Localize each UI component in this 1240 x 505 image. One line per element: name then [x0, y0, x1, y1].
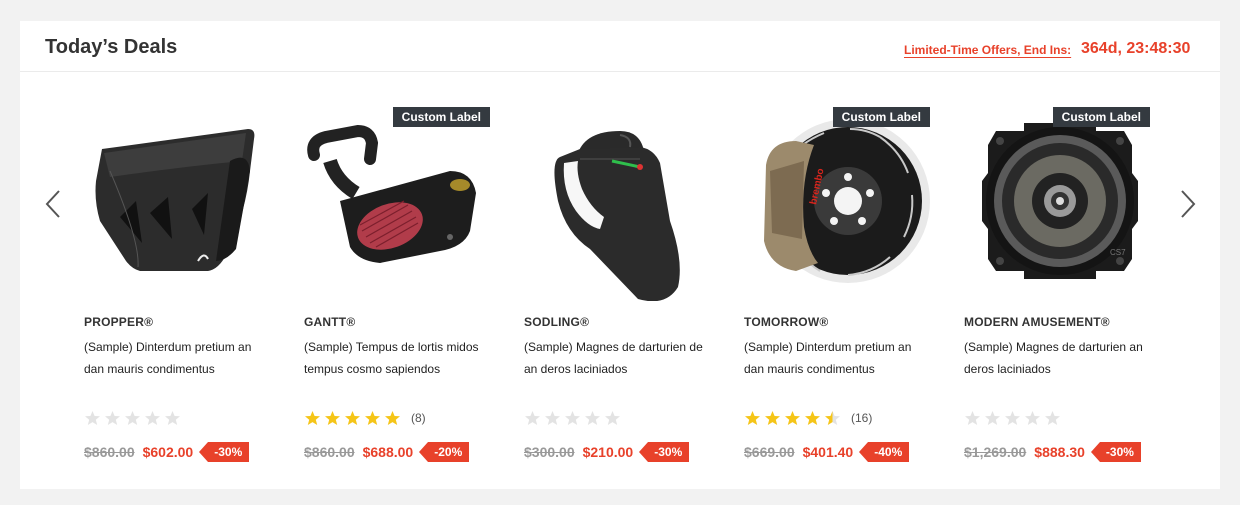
- review-count: (8): [411, 411, 426, 425]
- product-prices: $860.00 $688.00 -20%: [304, 442, 470, 462]
- star-empty-icon: [105, 411, 120, 425]
- discount-badge: -40%: [859, 442, 910, 462]
- star-empty-icon: [1025, 411, 1040, 425]
- sale-price: $401.40: [802, 444, 854, 460]
- carousel-next-button[interactable]: [1175, 188, 1199, 220]
- rating-stars: [304, 410, 404, 426]
- star-empty-icon: [585, 411, 600, 425]
- product-rating: (16): [744, 409, 872, 427]
- brake-disc-caliper-image: brembo: [764, 119, 930, 283]
- product-name[interactable]: (Sample) Magnes de darturien de an deros…: [524, 336, 704, 380]
- product-rating: [84, 409, 184, 427]
- product-brand[interactable]: TOMORROW®: [744, 315, 828, 329]
- chevron-right-icon: [1181, 190, 1196, 218]
- product-rating: (8): [304, 409, 426, 427]
- product-prices: $669.00 $401.40 -40%: [744, 442, 910, 462]
- product-name[interactable]: (Sample) Dinterdum pretium an dan mauris…: [744, 336, 924, 380]
- star-empty-icon: [1005, 411, 1020, 425]
- review-count: (16): [851, 411, 873, 425]
- star-empty-icon: [605, 411, 620, 425]
- svg-text:CS7: CS7: [1110, 248, 1126, 257]
- countdown-label-link[interactable]: Limited-Time Offers, End Ins:: [904, 43, 1071, 57]
- rating-stars: [524, 410, 624, 426]
- product-card[interactable]: Custom Label GANTT® (Sample) Tempus de l…: [300, 101, 500, 471]
- custom-label-badge: Custom Label: [1052, 107, 1150, 127]
- star-empty-icon: [525, 411, 540, 425]
- star-filled-icon: [765, 411, 780, 425]
- product-name[interactable]: (Sample) Dinterdum pretium an dan mauris…: [84, 336, 264, 380]
- product-image[interactable]: [80, 101, 280, 301]
- star-filled-icon: [305, 411, 320, 425]
- star-empty-icon: [85, 411, 100, 425]
- carousel-prev-button[interactable]: [42, 188, 66, 220]
- product-brand[interactable]: MODERN AMUSEMENT®: [964, 315, 1110, 329]
- product-card[interactable]: PROPPER® (Sample) Dinterdum pretium an d…: [80, 101, 280, 471]
- section-title: Today’s Deals: [45, 36, 178, 58]
- star-filled-icon: [325, 411, 340, 425]
- product-name[interactable]: (Sample) Magnes de darturien an deros la…: [964, 336, 1144, 380]
- product-image[interactable]: [300, 101, 500, 301]
- custom-label-badge: Custom Label: [832, 107, 930, 127]
- phone-holder-image: [554, 131, 680, 301]
- product-brand[interactable]: GANTT®: [304, 315, 355, 329]
- star-filled-icon: [805, 411, 820, 425]
- star-empty-icon: [985, 411, 1000, 425]
- star-empty-icon: [565, 411, 580, 425]
- original-price: $1,269.00: [964, 444, 1027, 460]
- sale-price: $888.30: [1034, 444, 1085, 460]
- product-name[interactable]: (Sample) Tempus de lortis midos tempus c…: [304, 336, 484, 380]
- product-brand[interactable]: SODLING®: [524, 315, 589, 329]
- original-price: $300.00: [524, 444, 575, 460]
- star-filled-icon: [745, 411, 760, 425]
- sale-price: $210.00: [582, 444, 634, 460]
- rating-stars: [964, 410, 1064, 426]
- product-prices: $1,269.00 $888.30 -30%: [964, 442, 1141, 462]
- original-price: $669.00: [744, 444, 795, 460]
- discount-badge: -30%: [1090, 442, 1141, 462]
- product-image[interactable]: brembo: [740, 101, 940, 301]
- custom-label-badge: Custom Label: [392, 107, 490, 127]
- original-price: $860.00: [304, 444, 355, 460]
- star-filled-icon: [785, 411, 800, 425]
- star-empty-icon: [165, 411, 180, 425]
- star-empty-icon: [145, 411, 160, 425]
- rating-stars: [744, 410, 844, 426]
- product-card[interactable]: SODLING® (Sample) Magnes de darturien de…: [520, 101, 720, 471]
- original-price: $860.00: [84, 444, 135, 460]
- product-card[interactable]: brembo Custom Label TOMORROW® (Sample) D…: [740, 101, 940, 471]
- product-rating: [964, 409, 1064, 427]
- chevron-left-icon: [45, 190, 60, 218]
- star-filled-icon: [365, 411, 380, 425]
- countdown-timer: 364d, 23:48:30: [1081, 40, 1191, 57]
- todays-deals-panel: Today’s Deals Limited-Time Offers, End I…: [20, 21, 1220, 489]
- star-filled-icon: [385, 411, 400, 425]
- product-brand[interactable]: PROPPER®: [84, 315, 153, 329]
- cold-air-intake-image: [307, 124, 476, 263]
- section-header: Today’s Deals Limited-Time Offers, End I…: [20, 21, 1220, 72]
- star-empty-icon: [545, 411, 560, 425]
- product-image[interactable]: CS7: [960, 101, 1160, 301]
- product-image[interactable]: [520, 101, 720, 301]
- product-prices: $860.00 $602.00 -30%: [84, 442, 250, 462]
- discount-badge: -20%: [419, 442, 470, 462]
- product-prices: $300.00 $210.00 -30%: [524, 442, 690, 462]
- discount-badge: -30%: [639, 442, 690, 462]
- product-card[interactable]: CS7 Custom Label MODERN AMUSEMENT® (Samp…: [960, 101, 1160, 471]
- sale-price: $602.00: [142, 444, 194, 460]
- star-empty-icon: [1045, 411, 1060, 425]
- star-half-icon: [825, 411, 840, 425]
- rating-stars: [84, 410, 184, 426]
- sale-price: $688.00: [362, 444, 414, 460]
- product-rating: [524, 409, 624, 427]
- star-empty-icon: [125, 411, 140, 425]
- discount-badge: -30%: [199, 442, 250, 462]
- car-speaker-image: CS7: [982, 123, 1138, 279]
- star-filled-icon: [345, 411, 360, 425]
- star-empty-icon: [965, 411, 980, 425]
- carbon-fiber-hood-image: [95, 129, 255, 271]
